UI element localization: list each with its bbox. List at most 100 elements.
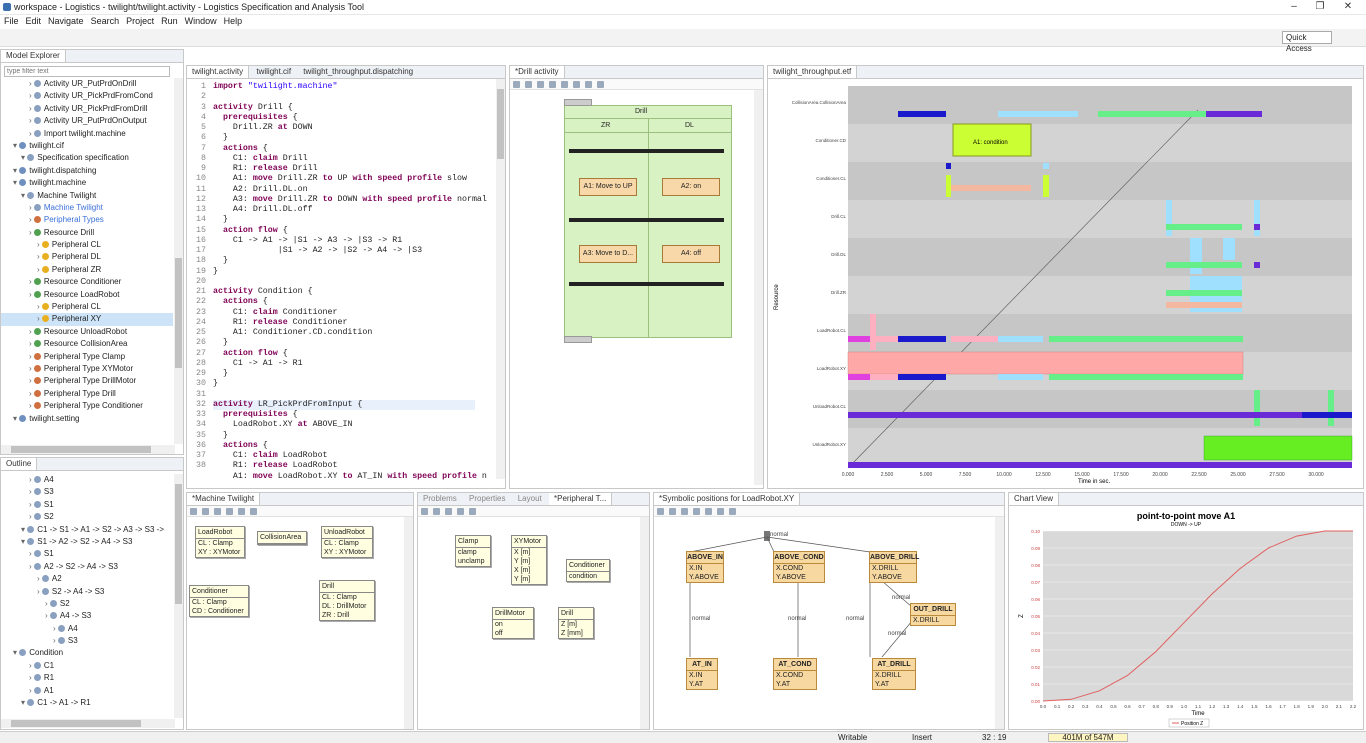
tree-item[interactable]: › Peripheral CL	[1, 239, 173, 251]
menu-help[interactable]: Help	[224, 15, 243, 28]
conditioner-type-box[interactable]: Conditioner condition	[566, 559, 610, 582]
tab-layout[interactable]: Layout	[513, 493, 547, 505]
tab-twilight-cif[interactable]: twilight.cif	[251, 66, 296, 78]
tree-item[interactable]: › Activity UR_PutPrdOnDrill	[1, 78, 173, 90]
memory-indicator[interactable]: 401M of 547M	[1048, 733, 1128, 742]
editor-vscroll[interactable]	[496, 79, 505, 479]
code-line[interactable]: action flow {	[213, 349, 288, 359]
tab-throughput-etf[interactable]: twilight_throughput.etf	[768, 66, 858, 78]
minimize-icon[interactable]: –	[1284, 1, 1304, 13]
code-line[interactable]: actions {	[213, 441, 268, 451]
tree-item[interactable]: › Resource Conditioner	[1, 276, 173, 288]
quick-access-input[interactable]: Quick Access	[1282, 31, 1332, 53]
tree-item[interactable]: › Peripheral Type Clamp	[1, 351, 173, 363]
tab-symbolic-positions[interactable]: *Symbolic positions for LoadRobot.XY	[654, 493, 801, 505]
code-line[interactable]: C1: claim Conditioner	[213, 308, 338, 318]
code-line[interactable]: A2: Drill.DL.on	[213, 185, 308, 195]
action-a3[interactable]: A3: Move to D...	[579, 245, 637, 263]
tree-item[interactable]: › A4	[1, 474, 173, 486]
outline-hscroll[interactable]	[1, 719, 175, 728]
tree-item[interactable]: › Machine Twilight	[1, 202, 173, 214]
tree-item[interactable]: › A1	[1, 685, 173, 697]
tree-item[interactable]: ▾ Condition	[1, 647, 173, 659]
tree-item[interactable]: › S3	[1, 486, 173, 498]
tab-properties[interactable]: Properties	[464, 493, 510, 505]
tree-item[interactable]: › Activity UR_PickPrdFromCond	[1, 90, 173, 102]
code-line[interactable]: C1: claim LoadRobot	[213, 451, 328, 461]
action-a4[interactable]: A4: off	[662, 245, 720, 263]
tab-twilight-activity[interactable]: twilight.activity	[187, 66, 250, 78]
unload-robot-box[interactable]: UnloadRobot CL : Clamp XY : XYMotor	[321, 526, 373, 558]
code-line[interactable]: A1: move Drill.ZR to UP with speed profi…	[213, 174, 467, 184]
code-line[interactable]: A1: Conditioner.CD.condition	[213, 328, 372, 338]
tree-item[interactable]: ▾ twilight.machine	[1, 177, 173, 189]
code-line[interactable]: }	[213, 267, 218, 277]
code-area[interactable]: 1 import "twilight.machine" 2 3 activity Dri…	[187, 79, 487, 489]
close-icon[interactable]: ✕	[1338, 1, 1358, 13]
load-robot-box[interactable]: LoadRobot CL : Clamp XY : XYMotor	[195, 526, 245, 558]
menu-file[interactable]: File	[4, 15, 19, 28]
tree-item[interactable]: › Peripheral Type XYMotor	[1, 363, 173, 375]
code-line[interactable]: }	[213, 369, 228, 379]
code-line[interactable]: import "twilight.machine"	[213, 82, 337, 92]
tree-item[interactable]: › Peripheral ZR	[1, 264, 173, 276]
code-line[interactable]: A1: move LoadRobot.XY to AT_IN with spee…	[213, 472, 487, 482]
code-line[interactable]: }	[213, 379, 218, 389]
activity-vscroll[interactable]	[754, 90, 763, 485]
tree-item[interactable]: › S1	[1, 548, 173, 560]
tree-item[interactable]: › Peripheral CL	[1, 301, 173, 313]
conditioner-box[interactable]: Conditioner CL : Clamp CD : Conditioner	[189, 585, 249, 617]
tree-item[interactable]: › Peripheral DL	[1, 251, 173, 263]
tab-problems[interactable]: Problems	[418, 493, 462, 505]
tree-item[interactable]: › Import twilight.machine	[1, 128, 173, 140]
tree-item[interactable]: › A2	[1, 573, 173, 585]
tree-item[interactable]: › Resource UnloadRobot	[1, 326, 173, 338]
clamp-type-box[interactable]: Clamp clamp unclamp	[455, 535, 491, 567]
tree-item[interactable]: ▾ C1 -> A1 -> R1	[1, 697, 173, 709]
code-line[interactable]: }	[213, 256, 228, 266]
tree-item[interactable]: › Peripheral Type DrillMotor	[1, 375, 173, 387]
menu-window[interactable]: Window	[185, 15, 217, 28]
explorer-vscroll[interactable]	[174, 78, 183, 444]
code-line[interactable]: R1: release Conditioner	[213, 318, 348, 328]
code-line[interactable]: R1: release Drill	[213, 164, 318, 174]
code-line[interactable]: }	[213, 338, 228, 348]
tree-item[interactable]: ▾ C1 -> S1 -> A1 -> S2 -> A3 -> S3 ->	[1, 524, 173, 536]
pos-at-cond[interactable]: AT_COND X.COND Y.AT	[773, 658, 817, 690]
tab-twilight-dispatching[interactable]: twilight_throughput.dispatching	[298, 66, 418, 78]
filter-input[interactable]	[4, 66, 170, 77]
pos-at-drill[interactable]: AT_DRILL X.DRILL Y.AT	[872, 658, 916, 690]
tree-item[interactable]: › Resource CollisionArea	[1, 338, 173, 350]
tree-item[interactable]: ▾ Specification specification	[1, 152, 173, 164]
tab-chart-view[interactable]: Chart View	[1009, 493, 1059, 505]
tree-item[interactable]: ▾ twilight.setting	[1, 413, 173, 425]
code-line[interactable]: actions {	[213, 297, 268, 307]
tab-outline[interactable]: Outline	[1, 458, 38, 470]
tree-item[interactable]: › A4	[1, 623, 173, 635]
menu-search[interactable]: Search	[91, 15, 120, 28]
code-line[interactable]: activity Drill {	[213, 103, 293, 113]
menu-run[interactable]: Run	[161, 15, 178, 28]
code-line[interactable]: C1: claim Drill	[213, 154, 308, 164]
code-line[interactable]: }	[213, 215, 228, 225]
tree-item[interactable]: ▾ twilight.dispatching	[1, 165, 173, 177]
tab-machine-twilight[interactable]: *Machine Twilight	[187, 493, 261, 505]
tree-item[interactable]: › Resource LoadRobot	[1, 289, 173, 301]
collision-area-box[interactable]: CollisionArea	[257, 531, 307, 545]
code-line[interactable]: prerequisites {	[213, 113, 298, 123]
menu-navigate[interactable]: Navigate	[48, 15, 84, 28]
tree-item[interactable]: › S1	[1, 499, 173, 511]
pos-above-in[interactable]: ABOVE_IN X.IN Y.ABOVE	[686, 551, 724, 583]
code-line[interactable]: R1: release LoadRobot	[213, 461, 338, 471]
tree-item[interactable]: › S2 -> A4 -> S3	[1, 586, 173, 598]
drill-box[interactable]: Drill CL : Clamp DL : DrillMotor ZR : Dr…	[319, 580, 375, 621]
tab-drill-activity[interactable]: *Drill activity	[510, 66, 565, 78]
drill-type-box[interactable]: Drill Z [m] Z [mm]	[558, 607, 594, 639]
tree-item[interactable]: › A2 -> S2 -> A4 -> S3	[1, 561, 173, 573]
tree-item[interactable]: ▾ Machine Twilight	[1, 190, 173, 202]
tree-item[interactable]: › Activity UR_PickPrdFromDrill	[1, 103, 173, 115]
tree-item[interactable]: › Activity UR_PutPrdOnOutput	[1, 115, 173, 127]
tree-item[interactable]: › S2	[1, 511, 173, 523]
outline-vscroll[interactable]	[174, 474, 183, 718]
code-line[interactable]: }	[213, 133, 228, 143]
